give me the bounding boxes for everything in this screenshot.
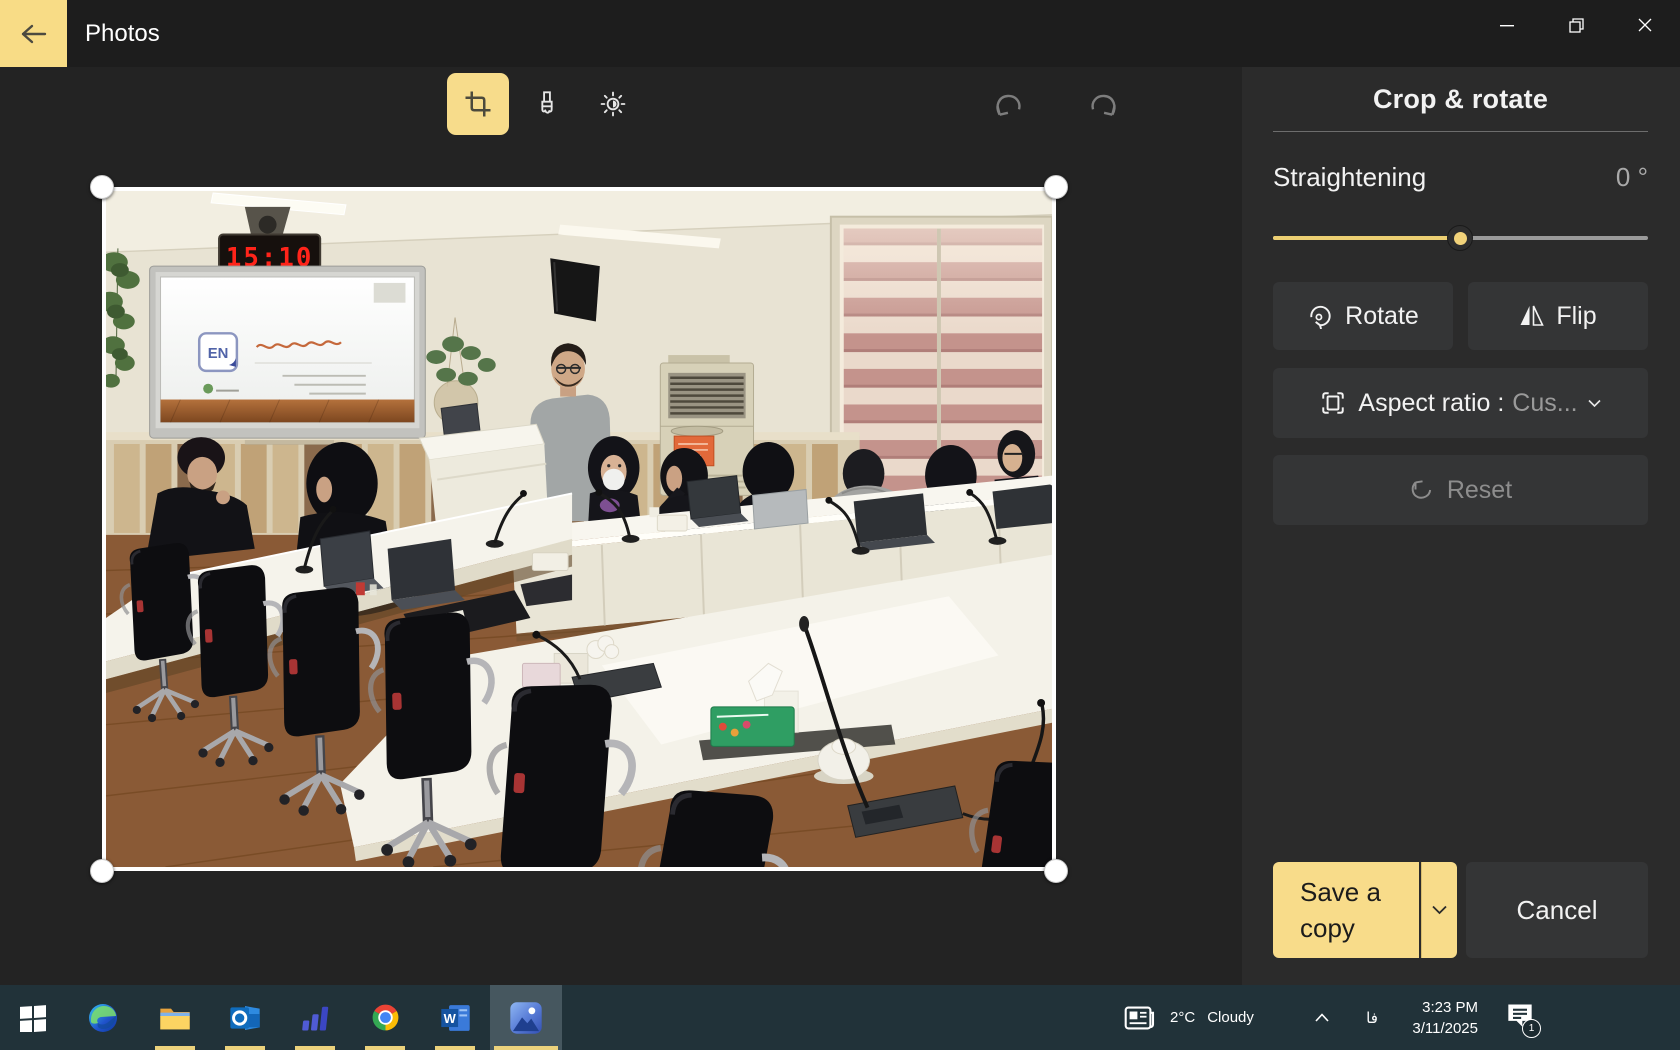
- aspect-ratio-label: Aspect ratio :: [1358, 389, 1504, 418]
- chevron-up-icon: [1315, 1013, 1329, 1022]
- paintbrush-icon: [533, 90, 561, 118]
- title-bar: Photos: [0, 0, 1680, 67]
- word-icon: W: [440, 1003, 471, 1033]
- crop-handle-top-left[interactable]: [90, 175, 114, 199]
- taskbar-item-chrome[interactable]: [361, 985, 409, 1050]
- show-hidden-icons-button[interactable]: [1302, 985, 1342, 1050]
- flip-label: Flip: [1556, 302, 1596, 331]
- running-indicator-word: [435, 1046, 475, 1050]
- flip-button[interactable]: Flip: [1468, 282, 1648, 350]
- chrome-icon: [370, 1002, 401, 1033]
- language-code: فا: [1366, 1009, 1378, 1027]
- cancel-label: Cancel: [1517, 895, 1598, 926]
- notification-badge: 1: [1522, 1019, 1541, 1038]
- language-indicator[interactable]: فا: [1352, 985, 1392, 1050]
- chevron-down-icon: [1432, 905, 1447, 915]
- slide-logo: EN: [208, 346, 229, 362]
- cancel-button[interactable]: Cancel: [1466, 862, 1648, 958]
- close-icon: [1638, 18, 1652, 32]
- flip-icon: [1519, 304, 1544, 328]
- crop-tool-button[interactable]: [447, 73, 509, 135]
- file-explorer-icon: [159, 1003, 191, 1033]
- photos-icon: [509, 1001, 543, 1035]
- slider-thumb[interactable]: [1447, 225, 1473, 251]
- running-indicator-file-explorer: [155, 1046, 195, 1050]
- chart-app-icon: [300, 1003, 330, 1033]
- tray-date: 3/11/2025: [1398, 1018, 1478, 1039]
- photo-image: 15:10 EN: [106, 191, 1052, 867]
- slider-fill: [1273, 236, 1461, 240]
- reset-label: Reset: [1447, 476, 1512, 505]
- straightening-slider[interactable]: [1273, 225, 1648, 251]
- crop-handle-bottom-left[interactable]: [90, 859, 114, 883]
- redo-button[interactable]: [1072, 73, 1134, 135]
- taskbar-item-edge[interactable]: [79, 985, 127, 1050]
- redo-icon: [1087, 89, 1119, 119]
- crop-handle-top-right[interactable]: [1044, 175, 1068, 199]
- wall-speaker: [550, 258, 600, 321]
- taskbar: W 2°C Cloudy: [0, 985, 1680, 1050]
- weather-temp: 2°C: [1170, 1009, 1195, 1026]
- photo-crop-area[interactable]: 15:10 EN: [102, 187, 1056, 871]
- crop-rotate-panel: Crop & rotate Straightening 0 ° Rotate F…: [1242, 67, 1680, 985]
- undo-icon: [993, 89, 1025, 119]
- crop-handle-bottom-right[interactable]: [1044, 859, 1068, 883]
- news-weather-button[interactable]: [1118, 985, 1162, 1050]
- reset-button[interactable]: Reset: [1273, 455, 1648, 525]
- aspect-ratio-button[interactable]: Aspect ratio : Cus...: [1273, 368, 1648, 438]
- save-a-copy-button[interactable]: Save a copy: [1273, 862, 1419, 958]
- reset-icon: [1409, 478, 1435, 502]
- taskbar-item-photos-active[interactable]: [490, 985, 562, 1050]
- edge-icon: [87, 1002, 119, 1034]
- close-button[interactable]: [1615, 0, 1675, 50]
- aspect-ratio-value: Cus...: [1512, 389, 1577, 418]
- chevron-down-icon: [1588, 399, 1601, 408]
- adjust-tool-button[interactable]: [582, 73, 644, 135]
- restore-button[interactable]: [1546, 0, 1606, 50]
- save-a-copy-label: Save a copy: [1300, 874, 1419, 946]
- aspect-ratio-icon: [1320, 390, 1346, 416]
- filters-tool-button[interactable]: [516, 73, 578, 135]
- news-icon: [1124, 1005, 1156, 1031]
- back-arrow-icon: [21, 23, 47, 45]
- taskbar-item-outlook[interactable]: [221, 985, 269, 1050]
- svg-text:W: W: [443, 1011, 456, 1026]
- rotate-label: Rotate: [1345, 302, 1419, 331]
- minimize-button[interactable]: [1477, 0, 1537, 50]
- rotate-button[interactable]: Rotate: [1273, 282, 1453, 350]
- presentation-screen: EN: [150, 266, 426, 445]
- save-options-dropdown-button[interactable]: [1421, 862, 1457, 958]
- back-button[interactable]: [0, 0, 67, 67]
- straightening-value: 0 °: [1273, 162, 1648, 193]
- divider: [1273, 131, 1648, 132]
- running-indicator-photos: [494, 1046, 558, 1050]
- taskbar-item-chart-app[interactable]: [291, 985, 339, 1050]
- slider-thumb-dot: [1454, 232, 1467, 245]
- taskbar-item-word[interactable]: W: [431, 985, 479, 1050]
- weather-text[interactable]: 2°C Cloudy: [1170, 985, 1254, 1050]
- action-center-button[interactable]: 1: [1496, 985, 1544, 1050]
- crop-icon: [463, 89, 493, 119]
- windows-start-icon: [19, 1004, 47, 1032]
- restore-icon: [1569, 18, 1584, 33]
- weather-condition: Cloudy: [1207, 1009, 1254, 1026]
- editor-canvas: 15:10 EN: [0, 67, 1242, 985]
- app-title: Photos: [85, 0, 160, 67]
- running-indicator-outlook: [225, 1046, 265, 1050]
- rotate-icon: [1307, 303, 1333, 329]
- outlook-icon: [229, 1003, 261, 1033]
- tray-time: 3:23 PM: [1398, 997, 1478, 1018]
- minimize-icon: [1500, 24, 1514, 27]
- clock-tray[interactable]: 3:23 PM 3/11/2025: [1398, 997, 1478, 1039]
- start-button[interactable]: [9, 985, 57, 1050]
- undo-button[interactable]: [978, 73, 1040, 135]
- running-indicator-chart-app: [295, 1046, 335, 1050]
- panel-title: Crop & rotate: [1273, 84, 1648, 115]
- running-indicator-chrome: [365, 1046, 405, 1050]
- brightness-icon: [599, 90, 627, 118]
- taskbar-item-file-explorer[interactable]: [151, 985, 199, 1050]
